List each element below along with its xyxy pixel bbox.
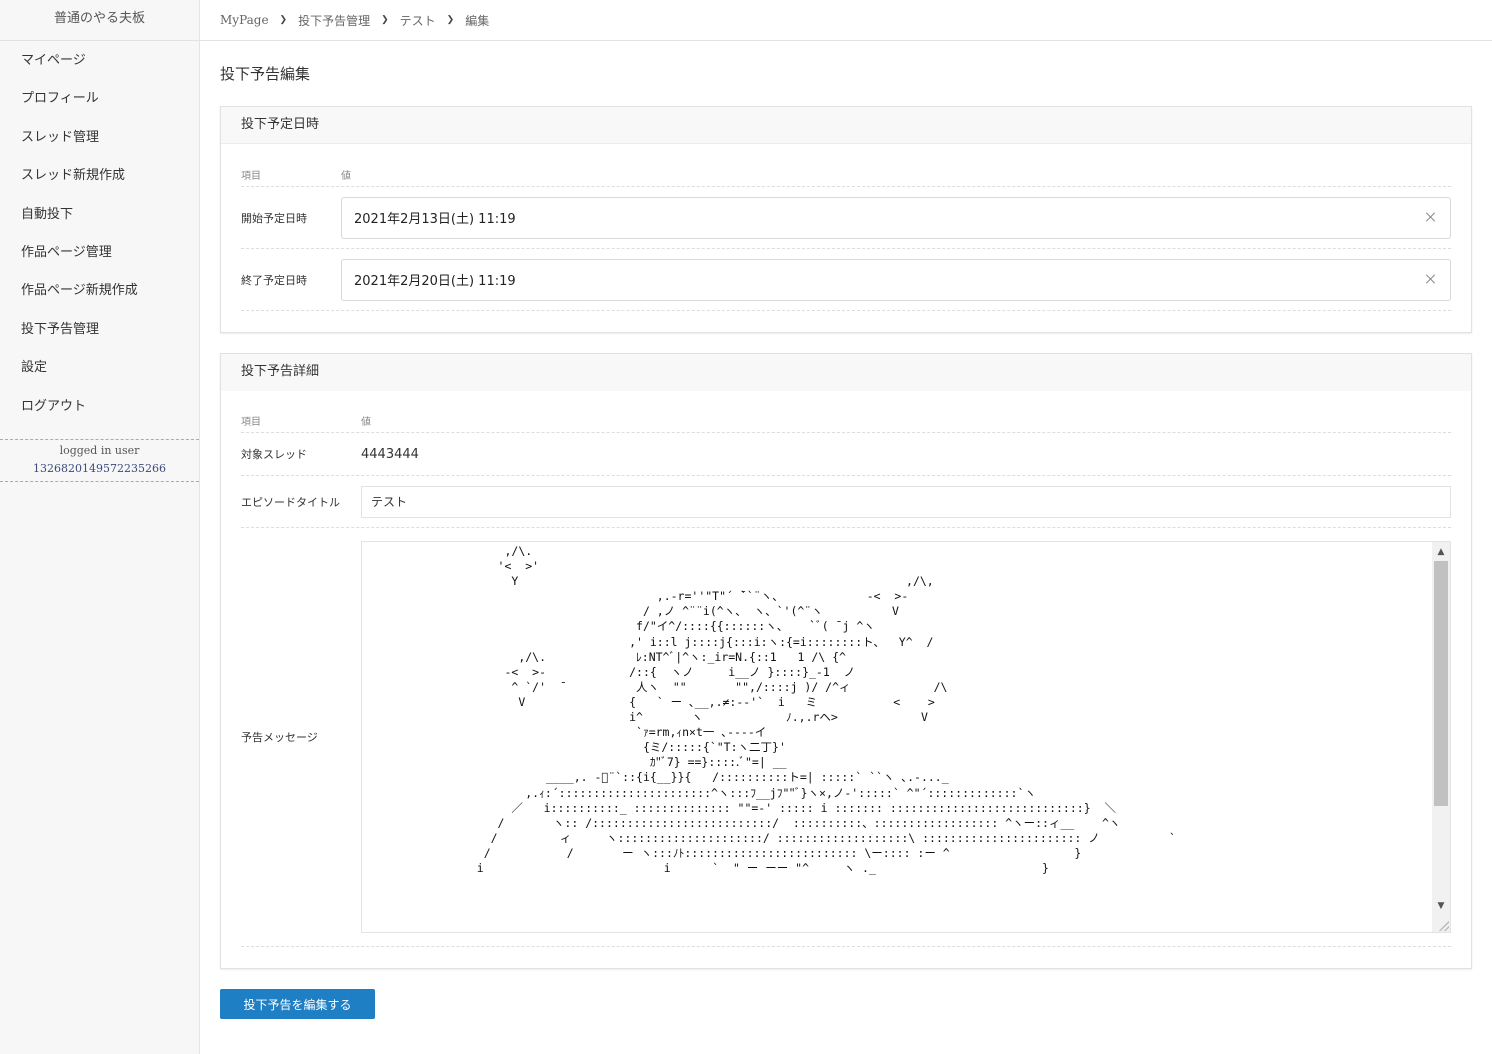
sidebar-item-work-page-manage[interactable]: 作品ページ管理 bbox=[0, 235, 199, 273]
table-header: 項目 値 bbox=[241, 144, 1451, 187]
site-brand[interactable]: 普通のやる夫板 bbox=[0, 0, 199, 41]
clear-icon[interactable] bbox=[1424, 273, 1438, 287]
schedule-card-title: 投下予定日時 bbox=[221, 107, 1471, 144]
episode-title-value[interactable]: テスト bbox=[371, 493, 407, 510]
sidebar: 普通のやる夫板 マイページ プロフィール スレッド管理 スレッド新規作成 自動投… bbox=[0, 0, 200, 1054]
scrollbar-thumb[interactable] bbox=[1434, 561, 1448, 806]
sidebar-item-auto-post[interactable]: 自動投下 bbox=[0, 197, 199, 235]
resize-handle-icon[interactable] bbox=[1439, 921, 1449, 931]
detail-card-title: 投下予告詳細 bbox=[221, 354, 1471, 391]
thread-label: 対象スレッド bbox=[241, 448, 307, 461]
user-info: logged in user 1326820149572235266 bbox=[0, 438, 199, 482]
start-datetime-field[interactable]: 2021年2月13日(土) 11:19 bbox=[341, 196, 1451, 239]
sidebar-item-thread-new[interactable]: スレッド新規作成 bbox=[0, 158, 199, 196]
start-datetime-value[interactable]: 2021年2月13日(土) 11:19 bbox=[354, 208, 1424, 227]
thread-value: 4443444 bbox=[361, 446, 419, 462]
sidebar-item-work-page-new[interactable]: 作品ページ新規作成 bbox=[0, 273, 199, 311]
breadcrumb-edit: 編集 bbox=[465, 13, 490, 28]
sidebar-item-thread-manage[interactable]: スレッド管理 bbox=[0, 120, 199, 158]
episode-title-label: エピソードタイトル bbox=[241, 495, 340, 509]
main-content: 投下予告編集 投下予定日時 項目 値 開始予定日時 2021年2月13日(土) … bbox=[220, 41, 1472, 1019]
clear-icon[interactable] bbox=[1424, 211, 1438, 225]
detail-card: 投下予告詳細 項目 値 対象スレッド 4443444 エピソードタイトル テスト… bbox=[220, 353, 1472, 969]
episode-title-input[interactable]: テスト bbox=[361, 485, 1451, 518]
end-datetime-label: 終了予定日時 bbox=[241, 273, 307, 287]
column-value: 値 bbox=[361, 417, 371, 428]
message-row: 予告メッセージ ,/\. '< >' Y ,/\, ,.-r=''"T"´ ̄`… bbox=[241, 528, 1451, 947]
schedule-card: 投下予定日時 項目 値 開始予定日時 2021年2月13日(土) 11:19 終… bbox=[220, 106, 1472, 333]
sidebar-item-mypage[interactable]: マイページ bbox=[0, 43, 199, 81]
column-value: 値 bbox=[341, 171, 351, 182]
scroll-up-icon[interactable]: ▲ bbox=[1432, 544, 1450, 560]
column-item: 項目 bbox=[241, 171, 261, 182]
table-header: 項目 値 bbox=[241, 391, 1451, 433]
message-label: 予告メッセージ bbox=[241, 731, 318, 744]
start-datetime-row: 開始予定日時 2021年2月13日(土) 11:19 bbox=[241, 187, 1451, 249]
chevron-right-icon: ❯ bbox=[279, 15, 288, 25]
scroll-down-icon[interactable]: ▼ bbox=[1432, 898, 1450, 914]
breadcrumb: MyPage ❯ 投下予告管理 ❯ テスト ❯ 編集 bbox=[200, 0, 1492, 41]
user-id[interactable]: 1326820149572235266 bbox=[0, 460, 199, 478]
edit-notice-button[interactable]: 投下予告を編集する bbox=[220, 989, 375, 1019]
message-textarea[interactable]: ,/\. '< >' Y ,/\, ,.-r=''"T"´ ̄``¨ヽ、 -< … bbox=[361, 541, 1451, 933]
breadcrumb-notice-manage[interactable]: 投下予告管理 bbox=[298, 12, 370, 29]
scrollbar[interactable]: ▲ ▼ bbox=[1432, 542, 1450, 932]
thread-row: 対象スレッド 4443444 bbox=[241, 433, 1451, 476]
start-datetime-label: 開始予定日時 bbox=[241, 211, 307, 225]
end-datetime-field[interactable]: 2021年2月20日(土) 11:19 bbox=[341, 258, 1451, 301]
sidebar-item-settings[interactable]: 設定 bbox=[0, 350, 199, 388]
sidebar-item-profile[interactable]: プロフィール bbox=[0, 81, 199, 119]
episode-title-row: エピソードタイトル テスト bbox=[241, 476, 1451, 528]
user-caption: logged in user bbox=[59, 443, 140, 457]
breadcrumb-test[interactable]: テスト bbox=[400, 12, 436, 29]
column-item: 項目 bbox=[241, 417, 261, 428]
sidebar-item-notice-manage[interactable]: 投下予告管理 bbox=[0, 312, 199, 350]
end-datetime-value[interactable]: 2021年2月20日(土) 11:19 bbox=[354, 270, 1424, 289]
end-datetime-row: 終了予定日時 2021年2月20日(土) 11:19 bbox=[241, 249, 1451, 311]
sidebar-nav: マイページ プロフィール スレッド管理 スレッド新規作成 自動投下 作品ページ管… bbox=[0, 41, 199, 427]
sidebar-item-logout[interactable]: ログアウト bbox=[0, 389, 199, 427]
message-text[interactable]: ,/\. '< >' Y ,/\, ,.-r=''"T"´ ̄``¨ヽ、 -< … bbox=[362, 542, 1432, 932]
breadcrumb-mypage[interactable]: MyPage bbox=[220, 13, 269, 27]
chevron-right-icon: ❯ bbox=[381, 15, 389, 25]
chevron-right-icon: ❯ bbox=[446, 15, 455, 25]
page-title: 投下予告編集 bbox=[220, 65, 311, 83]
